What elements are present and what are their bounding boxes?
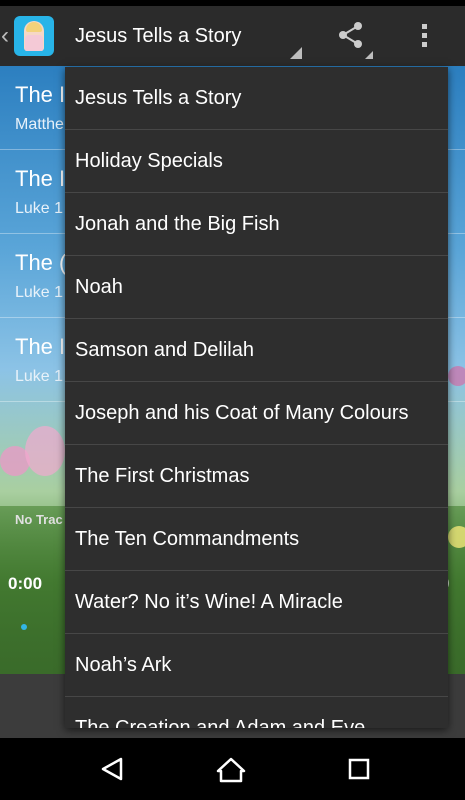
overflow-dot <box>422 42 427 47</box>
system-nav-bar <box>0 738 465 800</box>
dropdown-item[interactable]: Jesus Tells a Story <box>65 67 448 130</box>
dropdown-item[interactable]: Noah <box>65 256 448 319</box>
overflow-dot <box>422 24 427 29</box>
background-flower <box>25 426 65 476</box>
dropdown-item[interactable]: The Ten Commandments <box>65 508 448 571</box>
spinner-indicator-icon <box>290 47 302 59</box>
overflow-dot <box>422 33 427 38</box>
dropdown-item-label: The Ten Commandments <box>75 528 300 550</box>
now-playing-label: No Trac <box>15 512 63 527</box>
dropdown-item-label: Joseph and his Coat of Many Colours <box>75 402 409 424</box>
dropdown-item[interactable]: The Creation and Adam and Eve <box>65 697 448 728</box>
home-icon <box>216 757 246 783</box>
chevron-left-icon[interactable]: ‹ <box>1 22 9 50</box>
dropdown-item-label: Jonah and the Big Fish <box>75 213 280 235</box>
story-reference: Matthe <box>15 116 64 133</box>
action-bar: ‹ Jesus Tells a Story <box>0 6 465 72</box>
dropdown-item[interactable]: Noah’s Ark <box>65 634 448 697</box>
story-reference: Luke 1 <box>15 368 64 385</box>
nav-recents-button[interactable] <box>329 738 389 800</box>
story-title: The I <box>15 82 66 107</box>
dropdown-item[interactable]: Joseph and his Coat of Many Colours <box>65 382 448 445</box>
share-indicator-icon <box>365 51 373 59</box>
story-title: The I <box>15 166 66 191</box>
overflow-menu-button[interactable] <box>405 6 445 66</box>
share-icon <box>339 22 362 48</box>
app-icon[interactable] <box>14 16 54 56</box>
story-reference: Luke 1 <box>15 284 64 301</box>
dropdown-item[interactable]: Holiday Specials <box>65 130 448 193</box>
story-title: The ( <box>15 250 67 275</box>
dropdown-item-label: The First Christmas <box>75 465 250 487</box>
background-flower <box>448 526 465 548</box>
nav-home-button[interactable] <box>199 738 259 800</box>
back-triangle-icon <box>101 757 123 781</box>
elapsed-time: 0:00 <box>8 574 43 593</box>
dropdown-item-label: Noah’s Ark <box>75 654 172 676</box>
dropdown-item[interactable]: The First Christmas <box>65 445 448 508</box>
category-spinner[interactable]: Jesus Tells a Story <box>64 6 304 66</box>
nav-back-button[interactable] <box>82 738 142 800</box>
dropdown-item-label: Water? No it’s Wine! A Miracle <box>75 591 343 613</box>
dropdown-item-label: Holiday Specials <box>75 150 223 172</box>
story-title: The I <box>15 334 66 359</box>
dropdown-item[interactable]: Water? No it’s Wine! A Miracle <box>65 571 448 634</box>
seek-handle[interactable] <box>21 624 27 630</box>
dropdown-item-label: Samson and Delilah <box>75 339 254 361</box>
share-button[interactable] <box>326 6 376 66</box>
dropdown-item[interactable]: Samson and Delilah <box>65 319 448 382</box>
dropdown-item[interactable]: Jonah and the Big Fish <box>65 193 448 256</box>
recents-square-icon <box>348 758 370 780</box>
dropdown-item-label: Jesus Tells a Story <box>75 87 242 109</box>
spinner-title: Jesus Tells a Story <box>75 25 242 47</box>
story-reference: Luke 1 <box>15 200 64 217</box>
dropdown-item-label: Noah <box>75 276 123 298</box>
dropdown-item-label: The Creation and Adam and Eve <box>75 717 366 728</box>
category-dropdown: Jesus Tells a Story Holiday Specials Jon… <box>65 67 448 728</box>
